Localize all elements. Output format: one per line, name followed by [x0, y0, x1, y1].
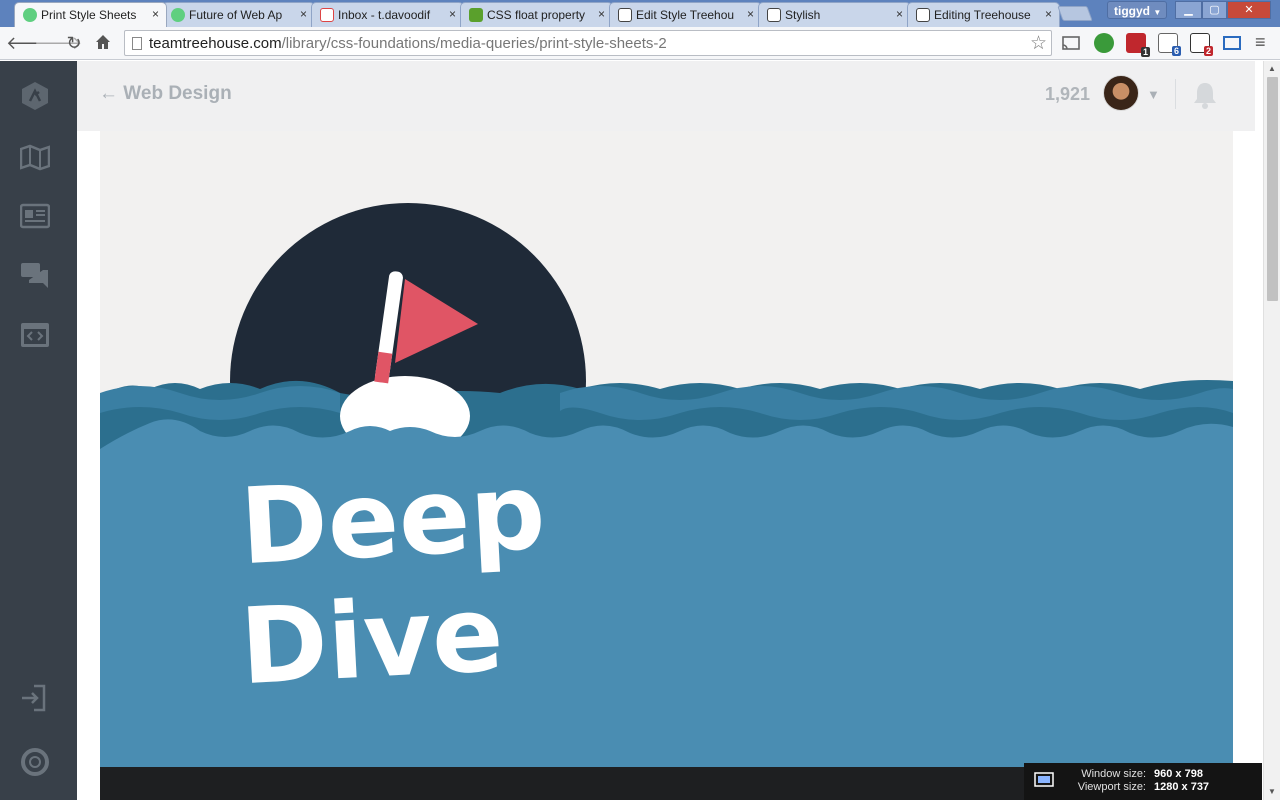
- bookmark-star-icon[interactable]: ☆: [1030, 32, 1047, 55]
- treehouse-page: ← Web Design 1,921 ▼ Deep Dive ▲ ▼: [0, 61, 1280, 800]
- menu-icon[interactable]: ≡: [1255, 33, 1275, 53]
- extension-badge: 6: [1171, 46, 1181, 56]
- tab-css-float[interactable]: CSS float property ×: [460, 2, 613, 27]
- sidebar: [0, 61, 77, 800]
- back-to-web-design-link[interactable]: ← Web Design: [99, 83, 232, 105]
- notification-bell-icon[interactable]: [1190, 81, 1220, 109]
- close-tab-icon[interactable]: ×: [896, 7, 903, 21]
- community-chat-icon[interactable]: [20, 260, 50, 290]
- address-bar[interactable]: teamtreehouse.com/library/css-foundation…: [124, 30, 1052, 56]
- close-tab-icon[interactable]: ×: [1045, 7, 1052, 21]
- tab-strip: Print Style Sheets × Future of Web Ap × …: [0, 0, 1280, 27]
- tab-title: Stylish: [785, 8, 821, 22]
- forward-arrow-icon[interactable]: 🡒: [34, 32, 82, 54]
- extension-badge: 2: [1203, 46, 1213, 56]
- close-tab-icon[interactable]: ×: [747, 7, 754, 21]
- new-tab-button[interactable]: [1057, 6, 1093, 21]
- tab-title: Editing Treehouse: [934, 8, 1031, 22]
- fullscreen-icon[interactable]: [1222, 33, 1242, 53]
- deep-dive-illustration: Deep Dive: [100, 203, 1233, 767]
- url-path: /library/css-foundations/media-queries/p…: [281, 35, 667, 52]
- stylish-icon: [767, 8, 781, 22]
- page-icon: [132, 37, 142, 50]
- tab-title: Print Style Sheets: [41, 8, 137, 22]
- monitor-icon: [1034, 772, 1054, 787]
- back-arrow-icon[interactable]: 🡐: [6, 32, 54, 54]
- maximize-button[interactable]: ▢: [1202, 1, 1227, 19]
- tab-future-of-web-apps[interactable]: Future of Web Ap ×: [162, 2, 315, 27]
- points-counter: 1,921: [1045, 84, 1091, 104]
- page-header: ← Web Design 1,921 ▼: [77, 61, 1255, 131]
- minimize-button[interactable]: ▁: [1175, 1, 1202, 19]
- tab-inbox[interactable]: Inbox - t.davoodif ×: [311, 2, 464, 27]
- tab-title: Inbox - t.davoodif: [338, 8, 431, 22]
- scroll-thumb[interactable]: [1267, 77, 1278, 301]
- stylish-extension-icon[interactable]: 2: [1190, 33, 1213, 56]
- gmail-icon: [320, 8, 334, 22]
- stylish-icon: [618, 8, 632, 22]
- video-title-line1: Deep: [237, 450, 548, 588]
- arrow-left-icon: ←: [99, 83, 124, 104]
- library-icon[interactable]: [19, 201, 51, 231]
- window-size-value: 960 x 798: [1154, 768, 1203, 780]
- viewport-size-label: Viewport size:: [1077, 781, 1146, 793]
- workspace-code-icon[interactable]: [20, 320, 50, 350]
- chevron-down-icon: ▼: [1153, 8, 1162, 17]
- window-size-label: Window size:: [1081, 768, 1146, 780]
- close-tab-icon[interactable]: ×: [152, 7, 159, 21]
- close-tab-icon[interactable]: ×: [300, 7, 307, 21]
- viewport-size-value: 1280 x 737: [1154, 781, 1210, 793]
- lastpass-icon[interactable]: 1: [1126, 33, 1150, 57]
- url-host: teamtreehouse.com: [149, 35, 282, 52]
- w3schools-icon: [469, 8, 483, 22]
- extension-badge: 1: [1140, 47, 1150, 57]
- scroll-down-icon[interactable]: ▼: [1268, 787, 1276, 796]
- evernote-icon[interactable]: [1094, 33, 1114, 53]
- avatar[interactable]: [1103, 75, 1139, 111]
- browser-toolbar: 🡐 🡒 ↻ teamtreehouse.com/library/css-foun…: [0, 27, 1280, 60]
- treehouse-logo-icon[interactable]: [20, 81, 50, 111]
- treehouse-icon: [23, 8, 37, 22]
- video-player[interactable]: Deep Dive: [100, 131, 1233, 767]
- back-link-label: Web Design: [123, 83, 232, 104]
- tab-print-style-sheets[interactable]: Print Style Sheets ×: [14, 2, 167, 27]
- window-size-overlay: Window size: 960 x 798 Viewport size: 1280…: [1024, 763, 1262, 800]
- extension-grid-icon[interactable]: 6: [1158, 33, 1181, 56]
- divider: [1175, 79, 1176, 109]
- tab-title: Edit Style Treehou: [636, 8, 735, 22]
- tab-title: CSS float property: [487, 8, 586, 22]
- video-title-line2: Dive: [237, 573, 506, 709]
- tab-stylish[interactable]: Stylish ×: [758, 2, 911, 27]
- close-window-button[interactable]: ✕: [1227, 1, 1271, 19]
- reload-icon[interactable]: ↻: [63, 32, 85, 54]
- scroll-up-icon[interactable]: ▲: [1268, 64, 1276, 73]
- tab-title: Future of Web Ap: [189, 8, 283, 22]
- help-lifebuoy-icon[interactable]: [20, 747, 50, 777]
- sign-out-icon[interactable]: [20, 683, 50, 713]
- page-scrollbar[interactable]: ▲ ▼: [1263, 61, 1280, 800]
- profile-name: tiggyd: [1114, 4, 1150, 18]
- cast-icon[interactable]: [1061, 33, 1081, 53]
- close-tab-icon[interactable]: ×: [449, 7, 456, 21]
- tab-edit-style[interactable]: Edit Style Treehou ×: [609, 2, 762, 27]
- treehouse-icon: [171, 8, 185, 22]
- chevron-down-icon[interactable]: ▼: [1147, 87, 1160, 102]
- stylish-icon: [916, 8, 930, 22]
- home-icon[interactable]: [92, 32, 114, 54]
- profile-button[interactable]: tiggyd ▼: [1107, 1, 1167, 19]
- tab-editing-treehouse[interactable]: Editing Treehouse ×: [907, 2, 1060, 27]
- map-icon[interactable]: [19, 142, 51, 172]
- close-tab-icon[interactable]: ×: [598, 7, 605, 21]
